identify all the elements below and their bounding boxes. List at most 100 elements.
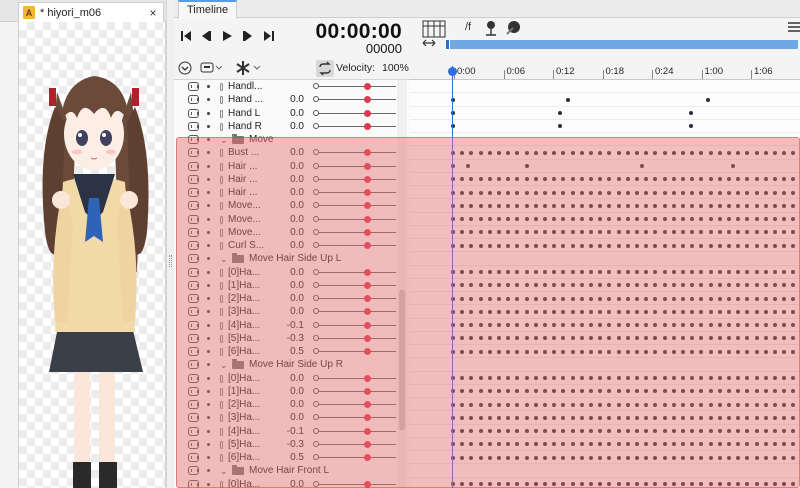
- link-icon[interactable]: [220, 454, 223, 462]
- keyframe[interactable]: [690, 296, 695, 301]
- keyframe[interactable]: [478, 415, 483, 420]
- keyframe[interactable]: [487, 296, 492, 301]
- parameter-value[interactable]: 0.0: [290, 305, 304, 318]
- keyframe[interactable]: [763, 270, 768, 275]
- keyframe[interactable]: [616, 323, 621, 328]
- slider-origin-handle[interactable]: [313, 215, 319, 222]
- keyframe[interactable]: [625, 376, 630, 381]
- keyframe[interactable]: [717, 323, 722, 328]
- parameter-slider[interactable]: [315, 99, 396, 101]
- slider-knob[interactable]: [364, 308, 371, 316]
- visibility-toggle-icon[interactable]: [188, 201, 199, 211]
- keyframe[interactable]: [579, 309, 584, 314]
- keyframe[interactable]: [552, 243, 557, 248]
- keyframe[interactable]: [616, 376, 621, 381]
- keyframe[interactable]: [533, 349, 538, 354]
- visibility-toggle-icon[interactable]: [188, 241, 199, 250]
- keyframe[interactable]: [552, 402, 557, 407]
- keyframe[interactable]: [524, 217, 529, 222]
- keyframe[interactable]: [763, 415, 768, 420]
- step-forward-icon[interactable]: [240, 28, 256, 44]
- keyframe[interactable]: [635, 455, 639, 460]
- slider-knob[interactable]: [364, 480, 371, 488]
- keyframe[interactable]: [763, 376, 768, 381]
- keyframe[interactable]: [616, 309, 621, 314]
- keyframe[interactable]: [727, 296, 731, 301]
- parameter-value[interactable]: 0.0: [290, 213, 304, 226]
- keyframe[interactable]: [524, 376, 529, 381]
- keyframe[interactable]: [708, 429, 713, 434]
- keyframe[interactable]: [708, 217, 713, 222]
- keyframe[interactable]: [662, 415, 667, 420]
- keyframe[interactable]: [708, 349, 713, 354]
- keyframe[interactable]: [708, 455, 713, 460]
- keyframe[interactable]: [543, 190, 547, 195]
- keyframe[interactable]: [662, 429, 667, 434]
- keyframe[interactable]: [589, 455, 593, 460]
- keyframe[interactable]: [570, 376, 575, 381]
- parameter-value[interactable]: 0.0: [290, 292, 304, 305]
- parameter-slider[interactable]: [315, 390, 396, 392]
- keyframe[interactable]: [570, 482, 575, 487]
- keyframe[interactable]: [460, 455, 465, 460]
- keyframe[interactable]: [708, 415, 713, 420]
- menu-icon[interactable]: [788, 21, 800, 36]
- keyframe[interactable]: [478, 150, 483, 155]
- parameter-row[interactable]: Handl...: [174, 80, 410, 93]
- keyframe[interactable]: [782, 243, 787, 248]
- keyframe[interactable]: [736, 455, 741, 460]
- keyframe[interactable]: [717, 349, 722, 354]
- keyframe[interactable]: [736, 190, 741, 195]
- chevron-down-icon[interactable]: ⌄: [220, 360, 228, 371]
- keyframe[interactable]: [524, 415, 529, 420]
- slider-knob[interactable]: [364, 96, 371, 104]
- keyframe[interactable]: [616, 482, 621, 487]
- keyframe[interactable]: [773, 190, 777, 195]
- slider-origin-handle[interactable]: [313, 440, 319, 447]
- parameter-value[interactable]: 0.0: [290, 411, 304, 424]
- keyframe[interactable]: [589, 349, 593, 354]
- keyframe[interactable]: [635, 243, 639, 248]
- tab-timeline[interactable]: Timeline: [178, 0, 238, 18]
- link-icon[interactable]: [220, 348, 223, 356]
- parameter-row[interactable]: [0]Ha... 0.0: [174, 372, 410, 385]
- expand-arrows-icon[interactable]: [422, 38, 436, 51]
- keyframe[interactable]: [671, 190, 676, 195]
- keyframe[interactable]: [506, 402, 511, 407]
- keyframe[interactable]: [773, 203, 777, 208]
- slider-origin-handle[interactable]: [313, 427, 319, 434]
- keyframe[interactable]: [681, 455, 685, 460]
- keyframe[interactable]: [727, 309, 731, 314]
- keyframe[interactable]: [635, 190, 639, 195]
- keyframe[interactable]: [763, 455, 768, 460]
- keyframe[interactable]: [497, 203, 501, 208]
- link-icon[interactable]: [220, 83, 223, 91]
- parameter-slider[interactable]: [315, 165, 396, 167]
- slider-knob[interactable]: [364, 162, 371, 170]
- parameter-slider[interactable]: [315, 324, 396, 326]
- keyframe[interactable]: [644, 296, 649, 301]
- keyframe[interactable]: [671, 415, 676, 420]
- keyframe[interactable]: [506, 349, 511, 354]
- keyframe[interactable]: [625, 217, 630, 222]
- parameter-value[interactable]: 0.0: [290, 385, 304, 398]
- visibility-toggle-icon[interactable]: [188, 174, 199, 184]
- keyframe[interactable]: [662, 323, 667, 328]
- slider-origin-handle[interactable]: [313, 348, 319, 354]
- parameter-value[interactable]: -0.1: [287, 319, 304, 332]
- keyframe[interactable]: [625, 402, 630, 407]
- parameter-row[interactable]: [2]Ha... 0.0: [174, 398, 410, 411]
- keyframe[interactable]: [625, 323, 630, 328]
- keyframe[interactable]: [533, 455, 538, 460]
- parameter-slider[interactable]: [315, 245, 396, 246]
- slider-knob[interactable]: [364, 454, 371, 461]
- parameter-row[interactable]: [1]Ha... 0.0: [174, 279, 410, 292]
- timeline-range-bar[interactable]: [446, 40, 798, 49]
- keyframe[interactable]: [570, 309, 575, 314]
- parameter-value[interactable]: 0.0: [290, 478, 304, 488]
- keyframe[interactable]: [662, 190, 667, 195]
- keyframe[interactable]: [570, 323, 575, 328]
- keyframe[interactable]: [662, 243, 667, 248]
- keyframe[interactable]: [662, 402, 667, 407]
- keyframe[interactable]: [708, 482, 713, 487]
